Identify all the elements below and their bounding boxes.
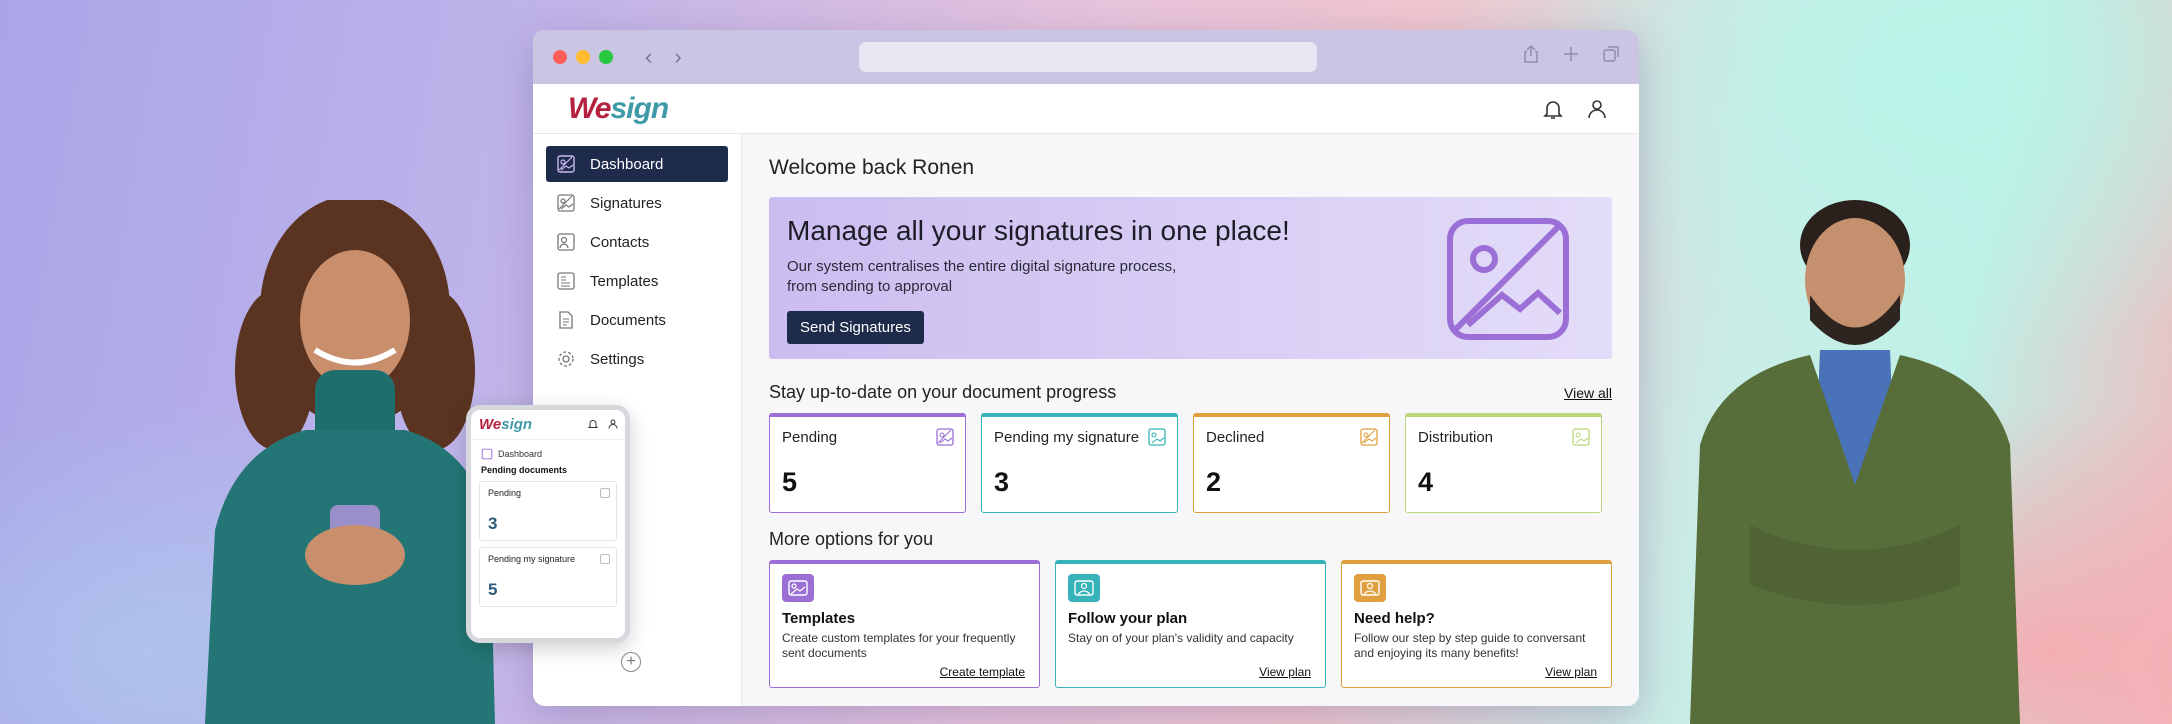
create-template-link[interactable]: Create template	[940, 665, 1025, 679]
template-badge-icon	[782, 574, 814, 602]
help-badge-icon	[1354, 574, 1386, 602]
hero-banner: Manage all your signatures in one place!…	[769, 197, 1612, 359]
image-icon	[557, 194, 575, 212]
stat-label: Declined	[1206, 429, 1265, 446]
option-cards: Templates Create custom templates for yo…	[769, 560, 1612, 688]
hero-text: Our system centralises the entire digita…	[787, 258, 1177, 295]
stat-value: 3	[994, 467, 1010, 497]
image-icon	[1360, 428, 1378, 446]
image-icon	[557, 155, 575, 173]
welcome-heading: Welcome back Ronen	[769, 156, 975, 179]
mobile-card-label: Pending my signature	[488, 554, 576, 564]
image-icon	[1148, 428, 1166, 446]
add-icon[interactable]: +	[621, 652, 641, 672]
browser-window: ‹ › Wesign Dashboard Signatures Contacts…	[533, 30, 1639, 706]
option-text: Follow our step by step guide to convers…	[1354, 631, 1586, 660]
image-icon	[600, 488, 610, 498]
sidebar-item-label: Templates	[590, 272, 659, 290]
sidebar-item-label: Dashboard	[590, 155, 664, 173]
back-arrow-icon[interactable]: ‹	[645, 44, 652, 70]
sidebar-item-label: Signatures	[590, 194, 662, 212]
maximize-window-button[interactable]	[599, 50, 613, 64]
main-content: Welcome back Ronen Manage all your signa…	[742, 134, 1639, 706]
sidebar-item-signatures[interactable]: Signatures	[546, 185, 728, 221]
stat-label: Pending	[782, 429, 838, 446]
mobile-mockup: Wesign Dashboard Pending documents Pendi…	[466, 405, 630, 643]
document-icon	[559, 311, 573, 329]
view-all-link[interactable]: View all	[1564, 385, 1612, 401]
bell-icon[interactable]	[587, 418, 599, 430]
image-icon	[600, 554, 610, 564]
stat-card-pending-my-signature[interactable]: Pending my signature 3	[981, 413, 1178, 513]
stat-label: Pending my signature	[994, 429, 1140, 446]
stat-card-declined[interactable]: Declined 2	[1193, 413, 1390, 513]
image-icon	[1572, 428, 1590, 446]
mobile-card-pending[interactable]: Pending 3	[479, 481, 617, 541]
forward-arrow-icon[interactable]: ›	[674, 44, 681, 70]
gear-icon	[558, 351, 574, 367]
user-icon[interactable]	[1585, 97, 1609, 121]
progress-heading: Stay up-to-date on your document progres…	[769, 382, 1117, 402]
image-icon	[936, 428, 954, 446]
stat-card-pending[interactable]: Pending 5	[769, 413, 966, 513]
view-plan-link[interactable]: View plan	[1259, 665, 1311, 679]
share-icon[interactable]	[1521, 44, 1541, 64]
mobile-header: Wesign	[471, 410, 625, 440]
signature-image-icon	[1447, 218, 1569, 340]
wesign-logo[interactable]: Wesign	[568, 92, 669, 126]
sidebar-item-settings[interactable]: Settings	[546, 341, 728, 377]
option-card-plan: Follow your plan Stay on of your plan's …	[1055, 560, 1326, 688]
mobile-nav-dashboard[interactable]: Dashboard	[471, 440, 625, 460]
stat-card-distribution[interactable]: Distribution 4	[1405, 413, 1602, 513]
mobile-card-value: 5	[488, 580, 498, 599]
image-icon	[481, 448, 493, 460]
sidebar-item-dashboard[interactable]: Dashboard	[546, 146, 728, 182]
man-photo	[1690, 200, 2020, 724]
option-title: Templates	[782, 610, 856, 627]
template-icon	[557, 272, 575, 290]
send-signatures-button[interactable]: Send Signatures	[787, 311, 924, 344]
browser-titlebar: ‹ ›	[533, 30, 1639, 84]
mobile-nav-label: Dashboard	[498, 449, 543, 459]
mobile-card-label: Pending	[488, 488, 522, 498]
new-tab-icon[interactable]	[1561, 44, 1581, 64]
tabs-icon[interactable]	[1601, 44, 1621, 64]
option-text: Create custom templates for your frequen…	[782, 631, 1016, 660]
sidebar-item-contacts[interactable]: Contacts	[546, 224, 728, 260]
contact-icon	[557, 233, 575, 251]
sidebar-item-documents[interactable]: Documents	[546, 302, 728, 338]
view-plan-link[interactable]: View plan	[1545, 665, 1597, 679]
mobile-subtitle: Pending documents	[481, 465, 568, 475]
progress-cards: Pending 5 Pending my signature 3 Decline…	[769, 413, 1612, 513]
close-window-button[interactable]	[553, 50, 567, 64]
option-text: Stay on of your plan's validity and capa…	[1068, 631, 1294, 645]
woman-photo	[205, 200, 495, 724]
options-heading: More options for you	[769, 529, 934, 549]
option-title: Need help?	[1354, 610, 1435, 627]
stat-value: 4	[1418, 467, 1434, 497]
option-card-templates: Templates Create custom templates for yo…	[769, 560, 1040, 688]
stat-label: Distribution	[1418, 429, 1494, 446]
mobile-card-value: 3	[488, 514, 498, 533]
stat-value: 5	[782, 467, 798, 497]
bell-icon[interactable]	[1541, 97, 1565, 121]
option-card-help: Need help? Follow our step by step guide…	[1341, 560, 1612, 688]
minimize-window-button[interactable]	[576, 50, 590, 64]
sidebar-item-templates[interactable]: Templates	[546, 263, 728, 299]
sidebar-item-label: Documents	[590, 311, 666, 329]
option-title: Follow your plan	[1068, 610, 1188, 627]
app-header: Wesign	[533, 84, 1639, 134]
sidebar-item-label: Settings	[590, 350, 645, 368]
url-bar[interactable]	[859, 42, 1317, 72]
mobile-card-pending-my-signature[interactable]: Pending my signature 5	[479, 547, 617, 607]
wesign-logo-mobile: Wesign	[479, 416, 533, 433]
plan-badge-icon	[1068, 574, 1100, 602]
sidebar-item-label: Contacts	[590, 233, 650, 251]
stat-value: 2	[1206, 467, 1222, 497]
user-icon[interactable]	[607, 418, 619, 430]
